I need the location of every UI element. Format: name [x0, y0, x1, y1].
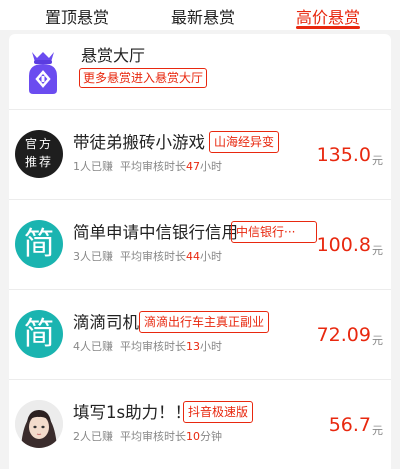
- tab-bar: 置顶悬赏 最新悬赏 高价悬赏: [0, 0, 400, 30]
- review-time-unit: 小时: [200, 160, 222, 173]
- review-time-label: 平均审核时长: [120, 250, 186, 263]
- earned-count: 1人已赚: [73, 160, 113, 173]
- item-tag: 抖音极速版: [183, 401, 254, 423]
- user-avatar-icon: [15, 400, 63, 448]
- item-title: 简单申请中信银行信用: [73, 223, 238, 242]
- reward-hall-link[interactable]: 更多悬赏进入悬赏大厅: [79, 68, 208, 88]
- item-title: 带徒弟搬砖小游戏: [73, 133, 205, 152]
- earned-count: 3人已赚: [73, 250, 113, 263]
- tab-latest[interactable]: 最新悬赏: [171, 4, 235, 28]
- price-unit: 元: [372, 334, 383, 347]
- item-price: 56.7: [328, 414, 371, 436]
- review-time-unit: 小时: [200, 250, 222, 263]
- review-time-value: 44: [186, 250, 200, 263]
- jian-icon: 简: [15, 310, 63, 358]
- tab-pinned[interactable]: 置顶悬赏: [45, 4, 109, 28]
- item-tag: 中信银行···: [231, 221, 317, 243]
- active-tab-indicator: [296, 26, 360, 29]
- review-time-label: 平均审核时长: [120, 430, 186, 443]
- earned-count: 2人已赚: [73, 430, 113, 443]
- item-stats: 1人已赚 平均审核时长47小时: [73, 158, 222, 174]
- item-tag: 滴滴出行车主真正副业: [139, 311, 270, 333]
- reward-hall-title: 悬赏大厅: [81, 46, 146, 65]
- item-tag: 山海经异变: [209, 131, 280, 153]
- official-recommend-icon: 官方 推荐: [15, 130, 63, 178]
- item-price: 72.09: [316, 324, 371, 346]
- item-stats: 2人已赚 平均审核时长10分钟: [73, 428, 222, 444]
- money-bag-icon: [17, 46, 69, 98]
- earned-count: 4人已赚: [73, 340, 113, 353]
- price-unit: 元: [372, 424, 383, 437]
- jian-icon: 简: [15, 220, 63, 268]
- review-time-label: 平均审核时长: [120, 340, 186, 353]
- item-title: 滴滴司机: [73, 313, 139, 332]
- review-time-unit: 小时: [200, 340, 222, 353]
- item-title: 填写1s助力！！: [73, 403, 192, 422]
- review-time-value: 10: [186, 430, 200, 443]
- reward-hall-entry[interactable]: 悬赏大厅 更多悬赏进入悬赏大厅: [9, 34, 391, 110]
- review-time-value: 13: [186, 340, 200, 353]
- list-item[interactable]: 填写1s助力！！ 抖音极速版 2人已赚 平均审核时长10分钟 56.7 元: [9, 380, 391, 469]
- review-time-label: 平均审核时长: [120, 160, 186, 173]
- list-item[interactable]: 简 简单申请中信银行信用 中信银行··· 3人已赚 平均审核时长44小时 100…: [9, 200, 391, 290]
- price-unit: 元: [372, 244, 383, 257]
- review-time-value: 47: [186, 160, 200, 173]
- item-stats: 4人已赚 平均审核时长13小时: [73, 338, 222, 354]
- item-stats: 3人已赚 平均审核时长44小时: [73, 248, 222, 264]
- tab-high-price[interactable]: 高价悬赏: [296, 4, 360, 28]
- list-item[interactable]: 官方 推荐 带徒弟搬砖小游戏 山海经异变 1人已赚 平均审核时长47小时 135…: [9, 110, 391, 200]
- item-price: 135.0: [316, 144, 371, 166]
- reward-list-card: 悬赏大厅 更多悬赏进入悬赏大厅 官方 推荐 带徒弟搬砖小游戏 山海经异变 1人已…: [9, 34, 391, 469]
- price-unit: 元: [372, 154, 383, 167]
- review-time-unit: 分钟: [200, 430, 222, 443]
- item-price: 100.8: [316, 234, 371, 256]
- list-item[interactable]: 简 滴滴司机 滴滴出行车主真正副业 4人已赚 平均审核时长13小时 72.09 …: [9, 290, 391, 380]
